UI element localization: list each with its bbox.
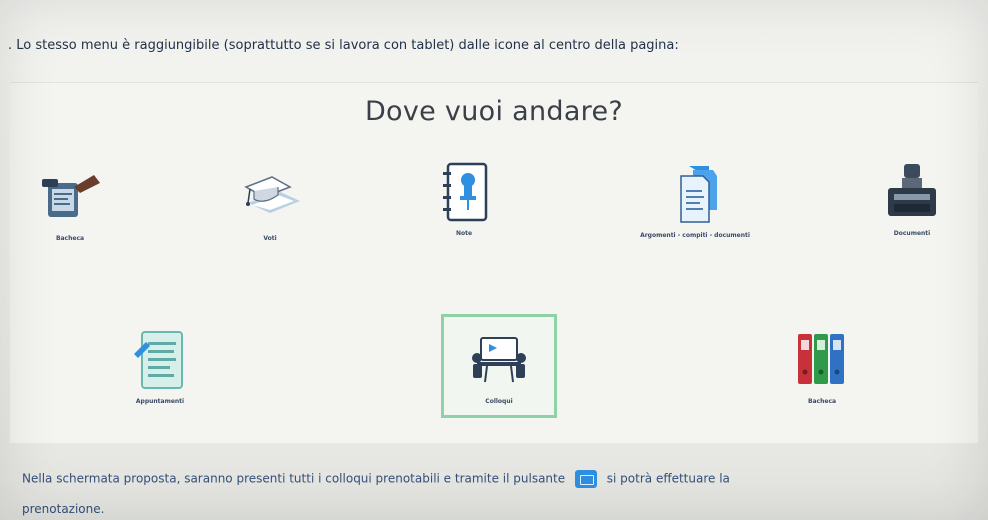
meeting-icon xyxy=(472,336,526,382)
tile-label: Appuntamenti xyxy=(135,398,185,405)
documents-icon xyxy=(680,166,717,223)
intro-text: . Lo stesso menu è raggiungibile (soprat… xyxy=(8,38,679,53)
tile-argomenti[interactable]: Argomenti - compiti - documenti xyxy=(620,162,770,267)
tile-label: Colloqui xyxy=(485,397,513,405)
tile-label: Bacheca xyxy=(55,235,85,242)
tile-label: Documenti xyxy=(893,230,931,237)
footer-text: Nella schermata proposta, saranno presen… xyxy=(22,470,962,488)
tile-label: Argomenti - compiti - documenti xyxy=(640,232,750,239)
printer-icon xyxy=(888,164,936,216)
tile-appuntamenti[interactable]: Appuntamenti xyxy=(100,328,220,433)
dashboard-icon xyxy=(42,175,100,217)
tile-label: Note xyxy=(455,230,473,237)
tile-label: Bacheca xyxy=(807,398,837,405)
book-appointment-icon[interactable] xyxy=(574,470,597,488)
tile-bacheca-2[interactable]: Bacheca xyxy=(762,328,882,433)
tile-colloqui[interactable]: Colloqui xyxy=(441,314,557,418)
tile-note[interactable]: Note xyxy=(404,160,524,265)
tile-bacheca[interactable]: Bacheca xyxy=(10,165,130,270)
page-heading: Dove vuoi andare? xyxy=(364,96,624,127)
footer-text-before: Nella schermata proposta, saranno presen… xyxy=(22,471,566,486)
pinned-notebook-icon xyxy=(443,162,488,222)
footer-text-line2: prenotazione. xyxy=(22,502,105,516)
tile-label: Voti xyxy=(263,235,277,242)
tile-voti[interactable]: Voti xyxy=(210,165,330,270)
appointments-icon xyxy=(134,331,183,389)
footer-text-after: si potrà effettuare la xyxy=(606,471,730,486)
tile-documenti[interactable]: Documenti xyxy=(862,160,962,265)
graduation-cap-icon xyxy=(244,176,300,213)
binders-icon xyxy=(798,334,844,384)
